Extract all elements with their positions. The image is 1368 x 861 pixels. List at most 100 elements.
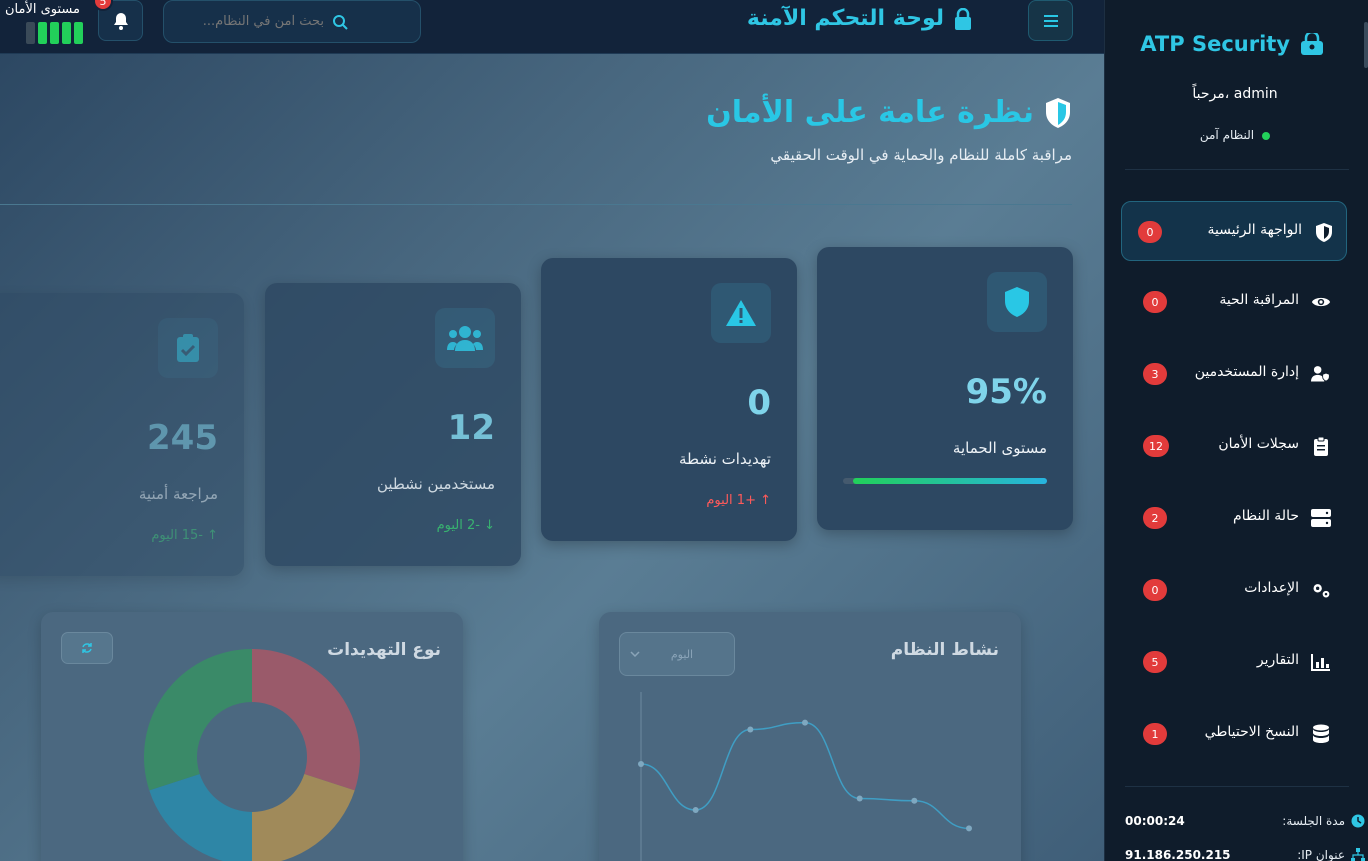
data-point	[911, 797, 918, 804]
sidebar-item-badge: 3	[1143, 363, 1167, 385]
clipboard-icon	[1311, 436, 1331, 456]
reviews-label: مراجعة أمنية	[138, 485, 218, 503]
reviews-card: 245 مراجعة أمنية ↑ -15 اليوم	[0, 293, 244, 576]
system-activity-panel: نشاط النظام اليوم	[599, 612, 1021, 861]
lock-icon	[955, 7, 971, 30]
sidebar-nav-item[interactable]: الإعدادات 0	[1121, 560, 1331, 620]
protection-label: مستوى الحماية	[952, 439, 1047, 457]
threat-types-panel: نوع التهديدات	[41, 612, 463, 861]
users-card: 12 مستخدمين نشطين ↓ -2 اليوم	[265, 283, 521, 566]
welcome-text: مرحباً، admin	[1192, 86, 1278, 102]
search-box[interactable]	[163, 0, 421, 43]
sidebar-item-label: حالة النظام	[1233, 508, 1299, 524]
sidebar-nav-item[interactable]: الواجهة الرئيسية 0	[1121, 201, 1347, 261]
threat-types-donut-chart	[144, 649, 361, 861]
protection-progress	[843, 478, 1047, 484]
page-subtitle: مراقبة كاملة للنظام والحماية في الوقت ال…	[770, 146, 1072, 164]
card-icon-box	[711, 283, 771, 343]
protection-value: 95%	[965, 372, 1047, 412]
protection-card: 95% مستوى الحماية	[817, 247, 1073, 530]
brand-name: ATP Security	[1140, 32, 1290, 56]
card-icon-box	[158, 318, 218, 378]
sidebar-divider	[1125, 169, 1349, 170]
warning-icon	[726, 300, 756, 326]
sidebar-item-label: إدارة المستخدمين	[1194, 364, 1299, 380]
shield-icon	[1005, 287, 1029, 317]
card-icon-box	[987, 272, 1047, 332]
data-point	[747, 726, 754, 733]
data-point	[802, 719, 808, 726]
database-icon	[1311, 724, 1331, 744]
donut-slice	[144, 649, 252, 791]
status-dot	[1262, 131, 1271, 140]
sidebar-item-badge: 1	[1143, 723, 1167, 745]
sidebar-item-badge: 0	[1138, 221, 1162, 243]
server-icon	[1311, 508, 1331, 528]
top-bar: لوحة التحكم الآمنة 5 مستوى الأمان	[0, 0, 1104, 54]
shield-half-icon	[1046, 97, 1070, 128]
data-point	[856, 795, 863, 802]
session-duration-value: 00:00:24	[1125, 814, 1185, 828]
threats-trend: ↑ +1 اليوم	[706, 493, 771, 508]
users-trend: ↓ -2 اليوم	[436, 518, 495, 533]
sidebar-scrollbar[interactable]	[1364, 22, 1368, 68]
sidebar-nav-item[interactable]: سجلات الأمان 12	[1121, 416, 1331, 476]
chart-icon	[1311, 652, 1331, 672]
bell-icon	[113, 12, 128, 30]
sidebar-item-label: النسخ الاحتياطي	[1204, 724, 1299, 740]
header-divider	[0, 204, 1072, 205]
menu-toggle-button[interactable]	[1028, 0, 1073, 41]
sidebar-nav-item[interactable]: المراقبة الحية 0	[1121, 272, 1331, 332]
security-level-meter	[26, 22, 83, 44]
sidebar: ATP Security مرحباً، admin النظام آمن ال…	[1104, 0, 1368, 861]
network-icon	[1351, 848, 1365, 861]
dashboard-title: لوحة التحكم الآمنة	[747, 6, 972, 31]
sidebar-item-label: التقارير	[1256, 652, 1299, 668]
eye-icon	[1311, 292, 1331, 312]
system-activity-line-chart	[638, 692, 972, 861]
data-point	[966, 825, 972, 832]
users-icon	[447, 326, 483, 351]
brand-logo: ATP Security	[1140, 32, 1324, 56]
search-icon	[333, 14, 348, 30]
users-value: 12	[447, 408, 495, 448]
threats-card: 0 تهديدات نشطة ↑ +1 اليوم	[541, 258, 797, 541]
ip-address: عنوان IP: 91.186.250.215	[1125, 848, 1365, 861]
main-content: لوحة التحكم الآمنة 5 مستوى الأمان نظرة ع…	[0, 0, 1104, 861]
sidebar-nav-item[interactable]: التقارير 5	[1121, 632, 1331, 692]
threats-label: تهديدات نشطة	[679, 450, 771, 468]
shield-icon	[1314, 222, 1334, 242]
sidebar-nav-item[interactable]: حالة النظام 2	[1121, 488, 1331, 548]
notifications-badge: 5	[93, 0, 113, 11]
page-header: نظرة عامة على الأمان مراقبة كاملة للنظام…	[706, 95, 1072, 164]
session-duration: مدة الجلسة: 00:00:24	[1125, 814, 1365, 828]
system-status: النظام آمن	[1105, 128, 1365, 142]
sidebar-item-badge: 12	[1143, 435, 1169, 457]
user-shield-icon	[1311, 364, 1331, 384]
donut-slice	[149, 773, 252, 861]
threats-value: 0	[747, 383, 771, 423]
data-point	[638, 761, 644, 767]
series-line	[640, 721, 970, 830]
sidebar-item-label: الإعدادات	[1244, 580, 1299, 596]
page-title: نظرة عامة على الأمان	[706, 95, 1072, 130]
ip-address-value: 91.186.250.215	[1125, 848, 1231, 861]
sidebar-item-label: المراقبة الحية	[1219, 292, 1299, 308]
sidebar-item-label: الواجهة الرئيسية	[1207, 222, 1302, 238]
hamburger-icon	[1043, 14, 1058, 27]
dashboard-title-text: لوحة التحكم الآمنة	[746, 6, 944, 31]
data-point	[692, 807, 699, 813]
sidebar-nav-item[interactable]: النسخ الاحتياطي 1	[1121, 704, 1331, 764]
sidebar-item-badge: 0	[1143, 579, 1167, 601]
sidebar-item-badge: 2	[1143, 507, 1167, 529]
donut-slice	[252, 649, 361, 791]
sidebar-item-badge: 5	[1143, 651, 1167, 673]
sidebar-nav-item[interactable]: إدارة المستخدمين 3	[1121, 344, 1331, 404]
sidebar-divider	[1125, 786, 1349, 787]
security-level-label: مستوى الأمان	[4, 2, 80, 17]
search-input[interactable]	[164, 14, 324, 29]
notifications-button[interactable]: 5	[93, 0, 143, 41]
clipboard-check-icon	[177, 334, 199, 362]
donut-slice	[252, 773, 355, 861]
card-icon-box	[435, 308, 495, 368]
